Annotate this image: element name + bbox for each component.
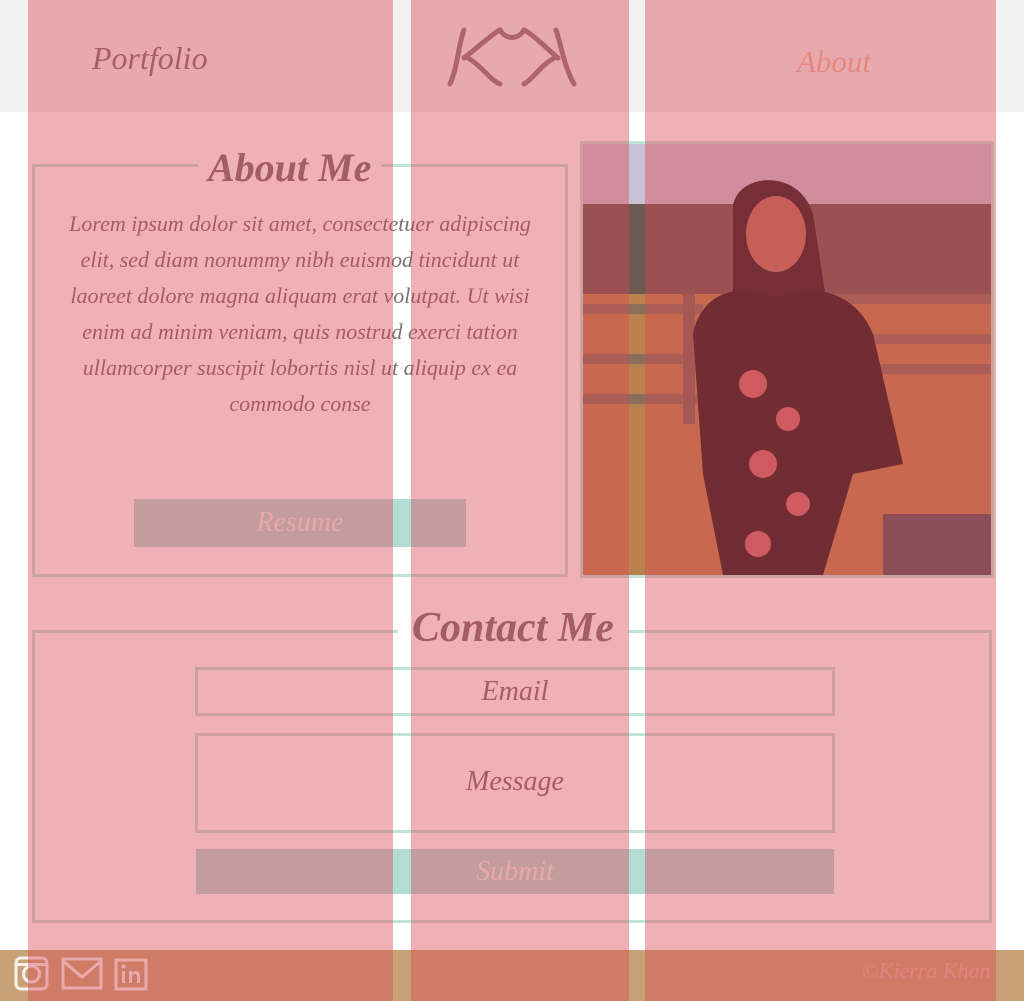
message-input[interactable]: Message <box>195 733 835 833</box>
portrait-image <box>583 144 991 575</box>
message-placeholder: Message <box>466 766 564 797</box>
mail-icon[interactable] <box>61 957 103 990</box>
linkedin-icon[interactable] <box>114 958 148 991</box>
copyright-text: ©Kierra Khan <box>862 958 991 983</box>
nav-link-about[interactable]: About <box>797 44 871 80</box>
email-placeholder: Email <box>481 676 549 707</box>
instagram-icon[interactable] <box>14 956 49 991</box>
submit-button[interactable]: Submit <box>196 849 834 894</box>
logo-icon <box>447 27 577 87</box>
email-input[interactable]: Email <box>195 667 835 716</box>
logo[interactable] <box>442 22 582 94</box>
about-title: About Me <box>198 144 382 191</box>
nav-link-portfolio[interactable]: Portfolio <box>92 40 208 77</box>
about-body: Lorem ipsum dolor sit amet, consectetuer… <box>69 211 531 416</box>
profile-photo <box>580 141 994 578</box>
contact-title: Contact Me <box>398 604 628 652</box>
resume-button[interactable]: Resume <box>134 499 466 547</box>
